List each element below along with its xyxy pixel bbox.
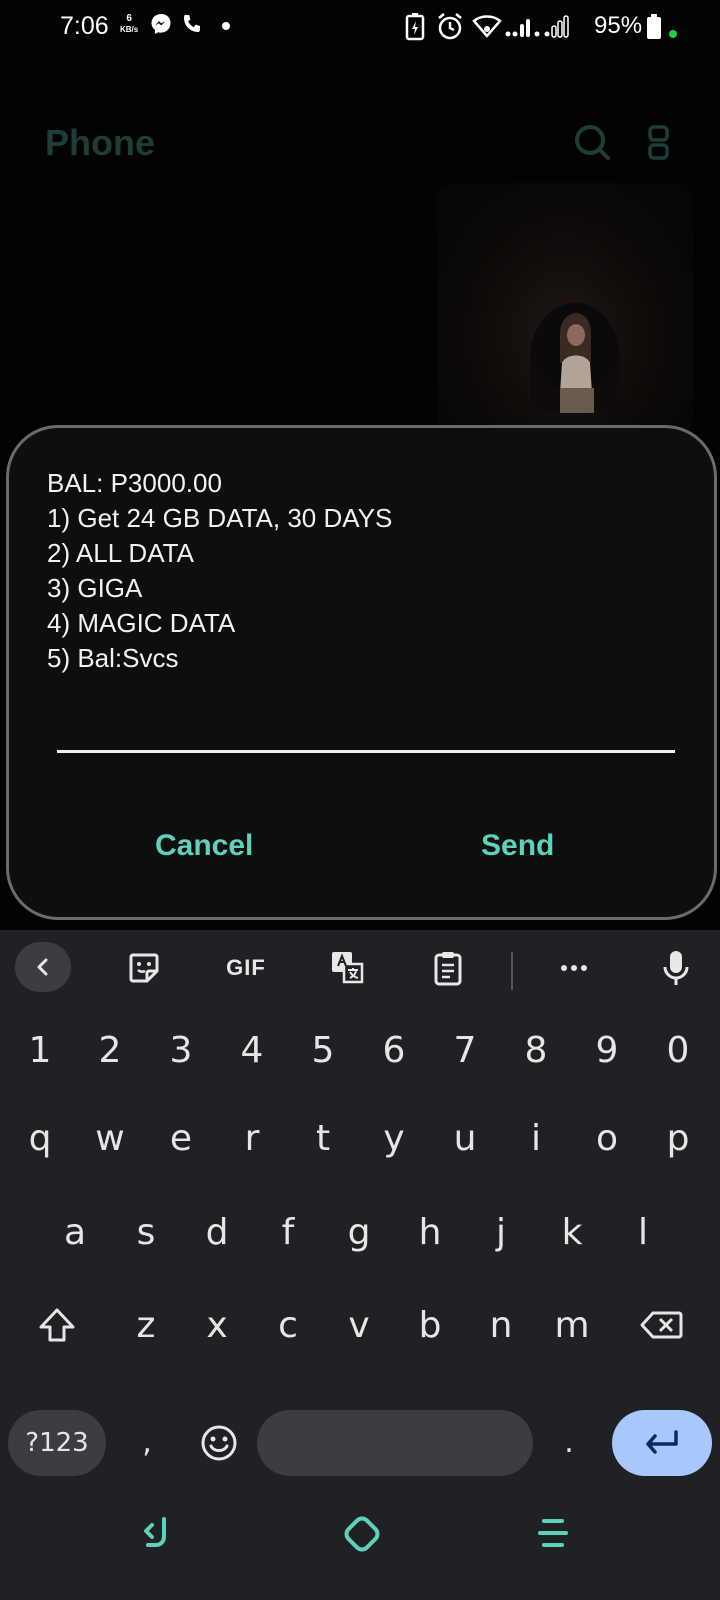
key-k[interactable]: k [537, 1192, 607, 1272]
privacy-indicator-dot [669, 30, 677, 38]
key-d[interactable]: d [182, 1192, 252, 1272]
key-m[interactable]: m [537, 1285, 607, 1365]
network-speed: 6 KB/s [120, 13, 138, 35]
key-z[interactable]: z [111, 1285, 181, 1365]
cancel-button[interactable]: Cancel [149, 828, 259, 864]
key-g[interactable]: g [324, 1192, 394, 1272]
battery-icon [646, 14, 662, 45]
ussd-dialog: BAL: P3000.00 1) Get 24 GB DATA, 30 DAYS… [6, 425, 717, 920]
key-u[interactable]: u [430, 1098, 500, 1178]
status-bar: 7:06 6 KB/s 95% [0, 0, 720, 56]
key-p[interactable]: p [643, 1098, 713, 1178]
ussd-message: BAL: P3000.00 1) Get 24 GB DATA, 30 DAYS… [47, 466, 392, 676]
key-j[interactable]: j [466, 1192, 536, 1272]
key-x[interactable]: x [182, 1285, 252, 1365]
toolbar-collapse-button[interactable] [15, 942, 71, 992]
key-1[interactable]: 1 [5, 1010, 75, 1090]
key-y[interactable]: y [359, 1098, 429, 1178]
navigation-bar [0, 1480, 720, 1600]
key-w[interactable]: w [75, 1098, 145, 1178]
status-time: 7:06 [60, 12, 109, 40]
key-v[interactable]: v [324, 1285, 394, 1365]
key-f[interactable]: f [253, 1192, 323, 1272]
key-a[interactable]: a [40, 1192, 110, 1272]
more-icon[interactable] [554, 946, 594, 990]
ussd-reply-input[interactable] [57, 750, 675, 753]
emoji-icon[interactable] [184, 1406, 254, 1480]
translate-icon[interactable] [328, 946, 368, 990]
shift-icon[interactable] [20, 1285, 94, 1365]
signal-icon-sim2 [544, 12, 586, 45]
key-n[interactable]: n [466, 1285, 536, 1365]
wifi-icon [472, 12, 502, 45]
key-l[interactable]: l [608, 1192, 678, 1272]
sticker-icon[interactable] [124, 946, 164, 990]
microphone-icon[interactable] [656, 946, 696, 990]
key-e[interactable]: e [146, 1098, 216, 1178]
enter-arrow-icon [646, 1430, 678, 1454]
ussd-line-option-1: 1) Get 24 GB DATA, 30 DAYS [47, 503, 393, 533]
alarm-icon [436, 12, 464, 47]
ussd-line-option-4: 4) MAGIC DATA [47, 608, 236, 638]
network-speed-unit: KB/s [120, 25, 139, 34]
key-s[interactable]: s [111, 1192, 181, 1272]
battery-saver-icon [404, 12, 426, 47]
key-c[interactable]: c [253, 1285, 323, 1365]
ussd-line-balance: BAL: P3000.00 [47, 468, 222, 498]
ussd-line-option-5: 5) Bal:Svcs [47, 643, 179, 673]
ussd-line-option-2: 2) ALL DATA [47, 538, 194, 568]
key-b[interactable]: b [395, 1285, 465, 1365]
enter-key[interactable] [612, 1410, 712, 1476]
phone-call-icon [180, 12, 204, 41]
key-5[interactable]: 5 [288, 1010, 358, 1090]
messenger-icon [150, 12, 172, 41]
key-q[interactable]: q [5, 1098, 75, 1178]
signal-icon-sim1 [505, 12, 547, 45]
key-h[interactable]: h [395, 1192, 465, 1272]
key-4[interactable]: 4 [217, 1010, 287, 1090]
key-8[interactable]: 8 [501, 1010, 571, 1090]
key-period[interactable]: . [534, 1404, 604, 1480]
key-7[interactable]: 7 [430, 1010, 500, 1090]
key-3[interactable]: 3 [146, 1010, 216, 1090]
gif-button[interactable]: GIF [218, 946, 274, 990]
key-comma[interactable]: , [112, 1404, 182, 1480]
send-button[interactable]: Send [475, 828, 560, 864]
symbols-key[interactable]: ?123 [8, 1410, 106, 1476]
backspace-icon[interactable] [624, 1285, 698, 1365]
key-i[interactable]: i [501, 1098, 571, 1178]
key-t[interactable]: t [288, 1098, 358, 1178]
home-icon[interactable] [343, 1515, 381, 1558]
key-9[interactable]: 9 [572, 1010, 642, 1090]
space-bar[interactable] [257, 1410, 533, 1476]
clipboard-icon[interactable] [428, 946, 468, 990]
key-0[interactable]: 0 [643, 1010, 713, 1090]
keyboard-toolbar: GIF [0, 930, 720, 1008]
network-speed-value: 6 [126, 13, 132, 24]
search-icon[interactable] [572, 122, 612, 167]
ussd-line-option-3: 3) GIGA [47, 573, 143, 603]
page-title: Phone [45, 122, 156, 163]
key-6[interactable]: 6 [359, 1010, 429, 1090]
key-o[interactable]: o [572, 1098, 642, 1178]
recents-icon[interactable] [536, 1515, 570, 1556]
key-2[interactable]: 2 [75, 1010, 145, 1090]
back-gesture-icon[interactable] [140, 1515, 174, 1556]
toolbar-divider [511, 952, 513, 990]
notification-dot [222, 22, 230, 30]
contact-photo [530, 303, 620, 413]
key-r[interactable]: r [217, 1098, 287, 1178]
chevron-left-icon [37, 958, 48, 976]
battery-percent: 95% [594, 12, 643, 39]
more-options-icon[interactable] [648, 125, 670, 166]
